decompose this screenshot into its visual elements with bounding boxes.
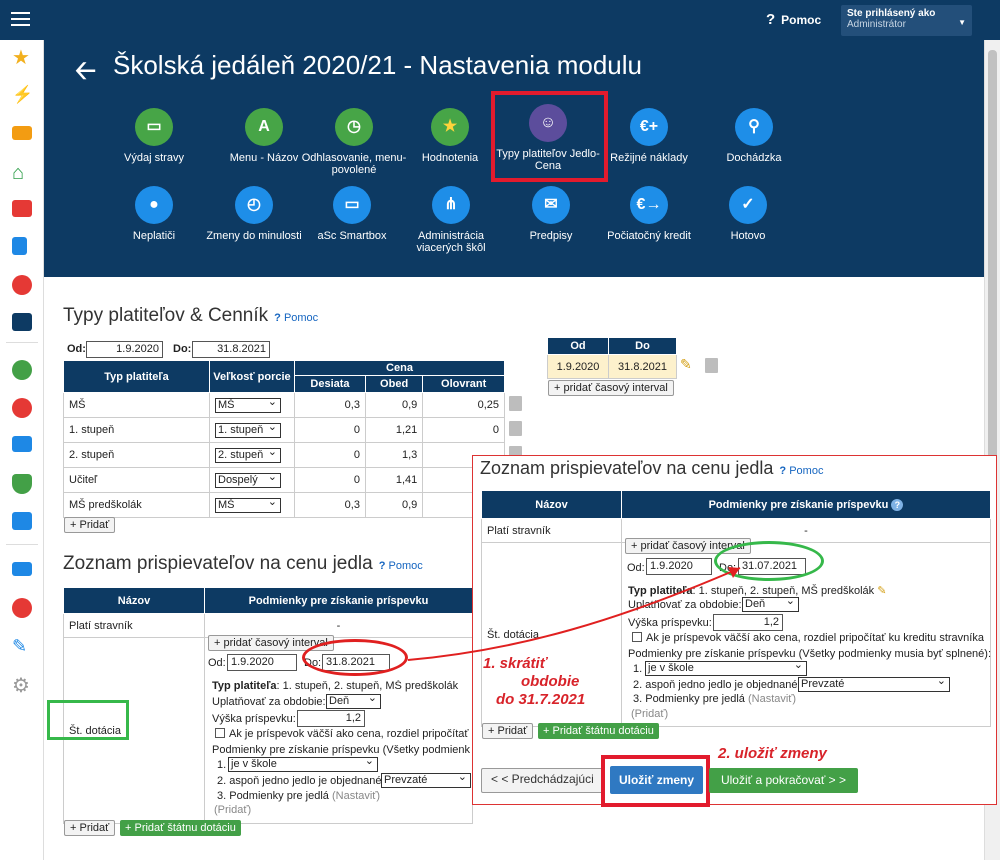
annotation-step2: 2. uložiť zmeny — [718, 745, 827, 762]
annotation-step1-b: obdobie — [521, 673, 580, 690]
annotation-step1: 1. skrátiť — [483, 655, 547, 672]
annotation-step1-c: do 31.7.2021 — [496, 691, 586, 708]
annotation-arrow — [407, 567, 741, 661]
